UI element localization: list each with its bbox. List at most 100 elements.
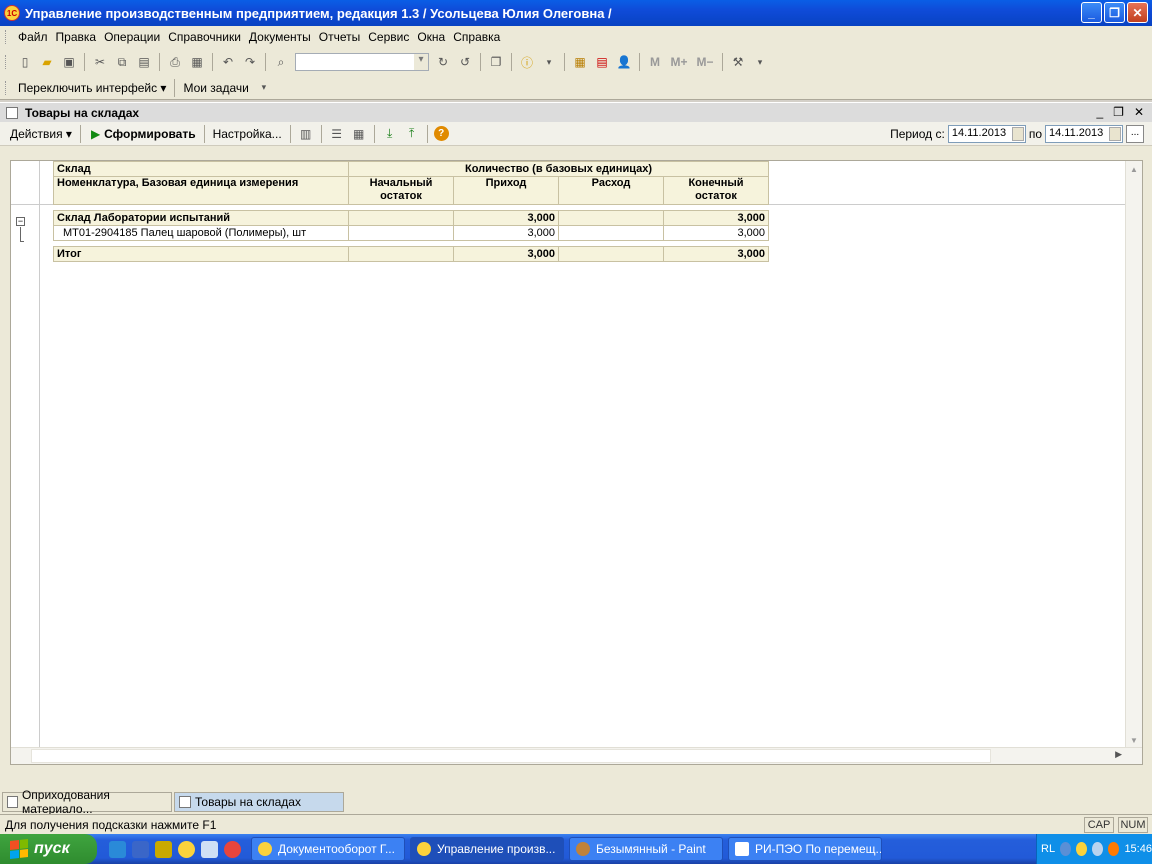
horizontal-scrollbar[interactable]: ▶ <box>11 747 1142 764</box>
child-close-button[interactable]: ✕ <box>1134 105 1144 119</box>
ie-icon[interactable] <box>109 840 126 858</box>
menu-bar: Файл Правка Операции Справочники Докумен… <box>0 26 1152 48</box>
dropdown-icon[interactable]: ▾ <box>540 53 558 71</box>
scroll-right-icon[interactable]: ▶ <box>1115 749 1122 760</box>
copy-icon[interactable]: ⧉ <box>113 53 131 71</box>
total-start <box>348 246 454 262</box>
explorer-icon[interactable] <box>201 840 218 858</box>
child-restore-button[interactable]: ❐ <box>1113 105 1124 119</box>
window-tabs: Оприходования материало... Товары на скл… <box>0 788 1152 816</box>
cut-icon[interactable]: ✂ <box>91 53 109 71</box>
users-icon[interactable]: 👤 <box>615 53 633 71</box>
1c-icon[interactable] <box>178 840 195 858</box>
quick-launch <box>109 840 241 858</box>
vertical-scrollbar[interactable]: ▲ ▼ <box>1125 161 1142 749</box>
task-paint[interactable]: Безымянный - Paint <box>569 837 723 861</box>
collapse-icon[interactable]: ⤒ <box>403 125 421 143</box>
find-prev-icon[interactable]: ↺ <box>456 53 474 71</box>
generate-button[interactable]: Сформировать <box>100 127 199 141</box>
child-minimize-button[interactable]: _ <box>1096 105 1103 119</box>
taskbar: пуск Документооборот Г... Управление про… <box>0 834 1152 864</box>
item-out <box>558 225 664 241</box>
search-icon[interactable]: ⌕ <box>272 53 290 71</box>
redo-icon[interactable]: ↷ <box>241 53 259 71</box>
separator <box>159 53 160 71</box>
menu-help[interactable]: Справка <box>449 30 504 44</box>
collapse-group-icon[interactable]: − <box>16 217 25 226</box>
settings-button[interactable]: Настройка... <box>209 127 286 141</box>
open-icon[interactable]: ▰ <box>38 53 56 71</box>
1c-tray-icon[interactable] <box>1076 842 1088 856</box>
calculator-icon[interactable]: ▦ <box>571 53 589 71</box>
table-row[interactable]: МТ01-2904185 Палец шаровой (Полимеры), ш… <box>53 225 769 241</box>
preview-icon[interactable]: ▦ <box>188 53 206 71</box>
tree-icon[interactable]: ☰ <box>328 125 346 143</box>
period-from-value: 14.11.2013 <box>951 127 1007 139</box>
find-next-icon[interactable]: ↻ <box>434 53 452 71</box>
header-quantity-group: Количество (в базовых единицах) <box>348 161 769 177</box>
close-button[interactable]: ✕ <box>1127 2 1148 23</box>
tab-receipt[interactable]: Оприходования материало... <box>2 788 172 816</box>
restore-button[interactable]: ❐ <box>1104 2 1125 23</box>
dropdown-icon[interactable]: ▾ <box>751 53 769 71</box>
calendar-icon[interactable] <box>1109 127 1121 141</box>
help-icon[interactable]: ? <box>433 126 449 141</box>
save-icon[interactable]: ▣ <box>60 53 78 71</box>
scroll-up-icon[interactable]: ▲ <box>1126 161 1142 178</box>
windows-icon[interactable]: ❐ <box>487 53 505 71</box>
actions-menu[interactable]: Действия ▾ <box>6 127 76 141</box>
info-icon[interactable]: ⓘ <box>518 53 536 71</box>
app-icon[interactable] <box>155 840 172 858</box>
dropdown-icon[interactable]: ▾ <box>255 79 273 97</box>
scroll-thumb[interactable] <box>31 749 991 763</box>
menu-reports[interactable]: Отчеты <box>315 30 364 44</box>
expand-icon[interactable]: ⤓ <box>381 125 399 143</box>
caps-indicator: CAP <box>1084 817 1114 833</box>
network-icon[interactable] <box>1092 842 1104 856</box>
header-income: Приход <box>453 176 559 205</box>
period-select-button[interactable]: ... <box>1126 125 1144 143</box>
tab-stock[interactable]: Товары на складах <box>174 792 344 812</box>
menu-service[interactable]: Сервис <box>364 30 413 44</box>
spreadsheet[interactable]: − Склад Количество (в базовых единицах) … <box>10 160 1143 765</box>
group-row[interactable]: Склад Лаборатории испытаний 3,000 3,000 <box>53 210 769 226</box>
paint-icon <box>576 842 590 856</box>
menu-windows[interactable]: Окна <box>413 30 449 44</box>
table-icon[interactable]: ▦ <box>350 125 368 143</box>
memory-plus-icon[interactable]: M+ <box>668 53 690 71</box>
menu-documents[interactable]: Документы <box>245 30 315 44</box>
start-button[interactable]: пуск <box>0 834 97 864</box>
switch-interface-button[interactable]: Переключить интерфейс ▾ <box>14 81 170 95</box>
task-docflow[interactable]: Документооборот Г... <box>251 837 405 861</box>
tools-icon[interactable]: ⚒ <box>729 53 747 71</box>
calendar-icon[interactable]: ▤ <box>593 53 611 71</box>
task-word[interactable]: РИ-ПЭО По перемещ... <box>728 837 882 861</box>
undo-icon[interactable]: ↶ <box>219 53 237 71</box>
new-icon[interactable]: ▯ <box>16 53 34 71</box>
minimize-button[interactable]: _ <box>1081 2 1102 23</box>
language-indicator[interactable]: RL <box>1041 843 1055 855</box>
desktop-icon[interactable] <box>132 840 149 858</box>
print-icon[interactable]: ⎙ <box>166 53 184 71</box>
num-indicator: NUM <box>1118 817 1148 833</box>
search-combo[interactable] <box>295 53 429 71</box>
menu-edit[interactable]: Правка <box>52 30 101 44</box>
menu-file[interactable]: Файл <box>14 30 52 44</box>
memory-m-icon[interactable]: M <box>646 53 664 71</box>
separator <box>174 78 176 97</box>
tab-receipt-label: Оприходования материало... <box>21 788 110 816</box>
tray-app-icon[interactable] <box>1108 842 1120 856</box>
task-upp[interactable]: Управление произв... <box>410 837 564 861</box>
chrome-icon[interactable] <box>224 840 241 858</box>
total-row[interactable]: Итог 3,000 3,000 <box>53 246 769 262</box>
menu-operations[interactable]: Операции <box>100 30 164 44</box>
period-from-input[interactable]: 14.11.2013 <box>947 125 1026 143</box>
chart-icon[interactable]: ▥ <box>297 125 315 143</box>
memory-minus-icon[interactable]: M− <box>694 53 716 71</box>
paste-icon[interactable]: ▤ <box>135 53 153 71</box>
menu-catalogs[interactable]: Справочники <box>164 30 245 44</box>
my-tasks-button[interactable]: Мои задачи <box>179 81 252 95</box>
period-to-input[interactable]: 14.11.2013 <box>1045 125 1123 143</box>
calendar-icon[interactable] <box>1011 127 1024 141</box>
tray-arrow-icon[interactable] <box>1060 842 1072 856</box>
